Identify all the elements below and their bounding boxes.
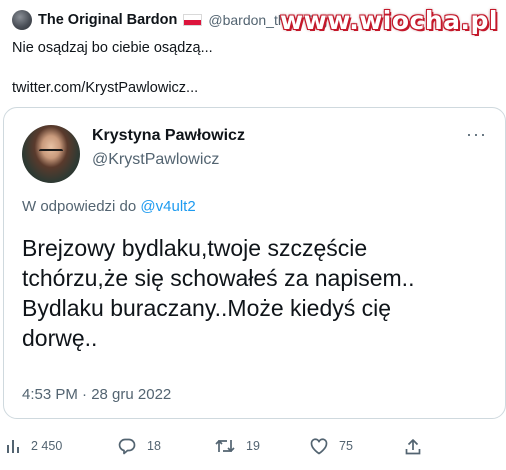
tweet-link[interactable]: twitter.com/KrystPawlowicz...	[12, 79, 198, 98]
bar-chart-icon	[7, 440, 19, 453]
heart-icon	[310, 437, 328, 454]
like-button[interactable]: 75	[310, 426, 353, 466]
quoted-author-name[interactable]: Krystyna Pawłowicz	[92, 127, 245, 145]
tweet-text: Nie osądzaj bo ciebie osądzą...	[12, 40, 213, 56]
avatar[interactable]	[22, 125, 80, 183]
reply-mention-link[interactable]: @v4ult2	[140, 198, 195, 215]
poland-flag-icon	[183, 14, 203, 26]
quoted-tweet-body: Brejzowy bydlaku,twoje szczęście tchórzu…	[22, 233, 492, 353]
author-name[interactable]: The Original Bardon	[38, 12, 177, 28]
body-line: dorwę..	[22, 325, 98, 351]
more-options-icon[interactable]: ···	[466, 124, 487, 145]
retweet-button[interactable]: 19	[215, 426, 260, 466]
reply-context: W odpowiedzi do @v4ult2	[22, 198, 196, 215]
reply-prefix: W odpowiedzi do	[22, 198, 137, 215]
share-button[interactable]	[405, 426, 421, 466]
views-count: 2 450	[31, 439, 63, 453]
like-count: 75	[339, 439, 353, 453]
watermark: www.wiocha.pl	[280, 6, 498, 35]
body-line: Bydlaku buraczany..Może kiedyś cię	[22, 295, 392, 321]
retweet-count: 19	[246, 439, 260, 453]
speech-bubble-icon	[118, 438, 136, 455]
reply-count: 18	[147, 439, 161, 453]
avatar[interactable]	[12, 10, 32, 30]
retweet-arrows-icon	[215, 440, 235, 452]
body-line: tchórzu,że się schowałeś za napisem..	[22, 265, 415, 291]
reply-button[interactable]: 18	[118, 426, 161, 466]
action-bar: 2 450 18 19 75	[0, 426, 506, 466]
quoted-author-handle[interactable]: @KrystPawlowicz	[92, 151, 219, 169]
body-line: Brejzowy bydlaku,twoje szczęście	[22, 235, 368, 261]
share-upload-icon	[405, 438, 421, 454]
quoted-tweet-card[interactable]: Krystyna Pawłowicz @KrystPawlowicz ··· W…	[3, 107, 506, 419]
quoted-timestamp[interactable]: 4:53 PM · 28 gru 2022	[22, 386, 171, 403]
views-button[interactable]: 2 450	[6, 426, 62, 466]
